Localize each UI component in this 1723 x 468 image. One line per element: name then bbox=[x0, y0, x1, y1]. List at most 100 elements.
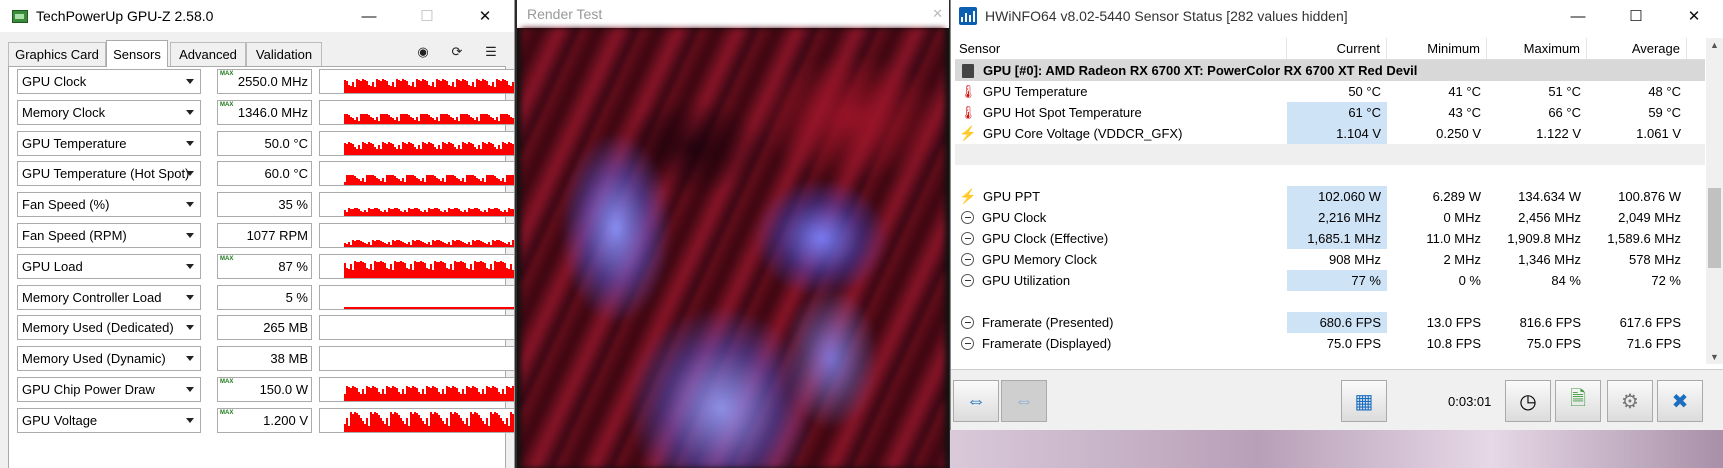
graph-bar bbox=[466, 212, 468, 217]
sensor-name-dropdown[interactable]: GPU Temperature (Hot Spot) bbox=[17, 161, 201, 187]
graph-bar bbox=[454, 119, 456, 124]
network-button[interactable]: ▦ bbox=[1341, 380, 1387, 422]
sensor-name-dropdown[interactable]: GPU Clock bbox=[17, 69, 201, 94]
gpuz-titlebar[interactable]: TechPowerUp GPU-Z 2.58.0 — ☐ ✕ bbox=[0, 0, 514, 32]
sensor-name: Fan Speed (RPM) bbox=[22, 228, 127, 243]
sensor-row[interactable]: ⚡ GPU PPT 102.060 W 6.289 W 134.634 W 100.876… bbox=[955, 186, 1705, 207]
graph-bar bbox=[370, 116, 372, 124]
graph-bar bbox=[388, 141, 390, 155]
graph-bar bbox=[344, 182, 346, 186]
clock-button[interactable]: ◷ bbox=[1505, 380, 1551, 422]
graph-bar bbox=[372, 240, 374, 247]
graph-bar bbox=[458, 120, 460, 124]
graph-bar bbox=[406, 81, 408, 93]
scroll-thumb[interactable] bbox=[1708, 188, 1721, 268]
graph-bar bbox=[514, 147, 515, 155]
graph-bar bbox=[494, 146, 496, 155]
sensor-row[interactable]: GPU Utilization 77 % 0 % 84 % 72 % bbox=[955, 270, 1705, 291]
graph-bar bbox=[502, 113, 504, 124]
close-button[interactable]: ✕ bbox=[456, 0, 514, 32]
sensor-row[interactable]: GPU Memory Clock 908 MHz 2 MHz 1,346 MHz 578… bbox=[955, 249, 1705, 270]
sensor-value-text: 5 % bbox=[285, 289, 308, 305]
sensor-graph-plot bbox=[344, 113, 514, 124]
graph-bar bbox=[472, 209, 474, 217]
graph-bar bbox=[470, 411, 472, 432]
graph-bar bbox=[396, 306, 398, 309]
sensor-name-dropdown[interactable]: Memory Used (Dedicated) bbox=[17, 315, 201, 341]
graph-bar bbox=[386, 386, 388, 401]
col-sensor[interactable]: Sensor bbox=[955, 38, 1287, 59]
sensor-name-dropdown[interactable]: Fan Speed (%) bbox=[17, 192, 201, 218]
minimize-button[interactable]: — bbox=[340, 0, 398, 32]
table-header: Sensor Current Minimum Maximum Average bbox=[955, 38, 1705, 60]
graph-bar bbox=[492, 117, 494, 124]
exit-button[interactable]: ✖ bbox=[1657, 380, 1703, 422]
nav-arrows-disabled-button[interactable]: ⇔ bbox=[1001, 380, 1047, 422]
sensor-name-dropdown[interactable]: GPU Voltage bbox=[17, 407, 201, 433]
graph-bar bbox=[366, 244, 368, 247]
sensor-row[interactable]: ⚡ GPU Core Voltage (VDDCR_GFX) 1.104 V 0.25… bbox=[955, 123, 1705, 144]
scroll-up-icon[interactable]: ▲ bbox=[1710, 40, 1719, 50]
graph-bar bbox=[384, 182, 386, 186]
sensor-name-dropdown[interactable]: Memory Used (Dynamic) bbox=[17, 346, 201, 372]
graph-bar bbox=[418, 414, 420, 432]
graph-bar bbox=[412, 386, 414, 401]
col-maximum[interactable]: Maximum bbox=[1487, 38, 1587, 59]
sensor-name-dropdown[interactable]: GPU Temperature bbox=[17, 130, 201, 156]
hw-close-button[interactable]: ✕ bbox=[1665, 0, 1723, 32]
sensor-name-dropdown[interactable]: Memory Controller Load bbox=[17, 284, 201, 310]
graph-bar bbox=[354, 387, 356, 401]
refresh-icon[interactable]: ⟳ bbox=[446, 42, 468, 62]
scroll-down-icon[interactable]: ▼ bbox=[1710, 352, 1719, 362]
menu-icon[interactable]: ☰ bbox=[480, 42, 502, 62]
col-minimum[interactable]: Minimum bbox=[1387, 38, 1487, 59]
nav-arrows-button[interactable]: ⇔ bbox=[953, 380, 999, 422]
group-row[interactable]: GPU [#0]: AMD Radeon RX 6700 XT: PowerCo… bbox=[955, 60, 1705, 81]
sensor-row: GPU Temperature (Hot Spot) 60.0 °C bbox=[17, 161, 514, 187]
sensor-name-dropdown[interactable]: Memory Clock bbox=[17, 99, 201, 125]
hwinfo-titlebar[interactable]: HWiNFO64 v8.02-5440 Sensor Status [282 v… bbox=[951, 0, 1723, 32]
tab-sensors[interactable]: Sensors bbox=[106, 40, 168, 67]
graph-bar bbox=[410, 86, 412, 93]
sensor-row[interactable]: GPU Clock 2,216 MHz 0 MHz 2,456 MHz 2,049 MH… bbox=[955, 207, 1705, 228]
graph-bar bbox=[428, 141, 430, 155]
sensor-row[interactable]: GPU Clock (Effective) 1,685.1 MHz 11.0 MHz… bbox=[955, 228, 1705, 249]
graph-bar bbox=[478, 179, 480, 186]
sensor-row[interactable]: Framerate (Displayed) 75.0 FPS 10.8 FPS 75.… bbox=[955, 333, 1705, 354]
graph-bar bbox=[396, 79, 398, 93]
render-close-icon[interactable]: ✕ bbox=[932, 6, 943, 22]
settings-button[interactable]: ⚙ bbox=[1607, 380, 1653, 422]
tab-validation[interactable]: Validation bbox=[246, 42, 322, 66]
camera-icon[interactable]: ◉ bbox=[412, 42, 434, 62]
graph-bar bbox=[398, 261, 400, 278]
tab-advanced[interactable]: Advanced bbox=[170, 42, 246, 66]
graph-bar bbox=[368, 114, 370, 124]
sensor-name-dropdown[interactable]: Fan Speed (RPM) bbox=[17, 223, 201, 248]
render-titlebar[interactable]: Render Test ✕ bbox=[517, 0, 949, 28]
maximize-button[interactable]: ☐ bbox=[398, 0, 456, 32]
sensor-row[interactable]: Framerate (Presented) 680.6 FPS 13.0 FPS 81… bbox=[955, 312, 1705, 333]
col-average[interactable]: Average bbox=[1587, 38, 1687, 59]
graph-bar bbox=[446, 267, 448, 278]
graph-bar bbox=[382, 306, 384, 309]
hw-maximize-button[interactable]: ☐ bbox=[1607, 0, 1665, 32]
graph-bar bbox=[464, 113, 466, 124]
tab-graphics-card[interactable]: Graphics Card bbox=[8, 42, 106, 66]
log-button[interactable]: 🗎 bbox=[1555, 380, 1601, 422]
chevron-down-icon bbox=[186, 109, 194, 115]
graph-bar bbox=[432, 386, 434, 401]
sensor-row[interactable]: 🌡 GPU Temperature 50 °C 41 °C 51 °C 48 °C bbox=[955, 81, 1705, 102]
sensor-name-dropdown[interactable]: GPU Chip Power Draw bbox=[17, 377, 201, 402]
graph-bar bbox=[376, 240, 378, 247]
minimum-value: 0.250 V bbox=[1436, 126, 1481, 141]
hw-minimize-button[interactable]: — bbox=[1549, 0, 1607, 32]
vertical-scrollbar[interactable]: ▲ ▼ bbox=[1706, 38, 1723, 364]
graph-bar bbox=[410, 245, 412, 247]
col-current[interactable]: Current bbox=[1287, 38, 1387, 59]
graph-bar bbox=[348, 306, 350, 309]
sensor-row[interactable]: 🌡 GPU Hot Spot Temperature 61 °C 43 °C 66 °C… bbox=[955, 102, 1705, 123]
graph-bar bbox=[396, 208, 398, 217]
sensor-name-dropdown[interactable]: GPU Load bbox=[17, 253, 201, 279]
graph-bar bbox=[410, 175, 412, 186]
graph-bar bbox=[430, 175, 432, 186]
